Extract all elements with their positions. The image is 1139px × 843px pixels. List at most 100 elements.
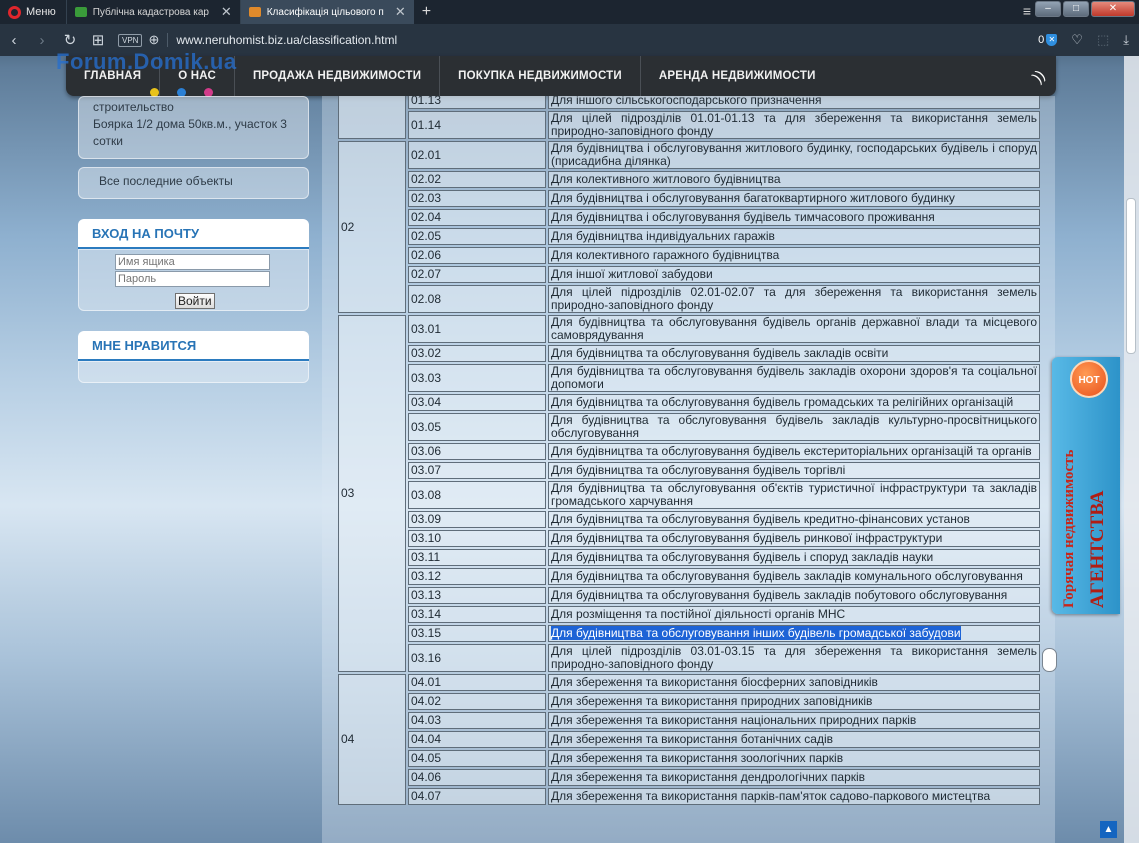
description-cell: Для будівництва та обслуговування будіве… xyxy=(548,549,1040,566)
table-row: 01.13 Для іншого сільськогосподарського п… xyxy=(338,96,1040,139)
rss-icon[interactable]: )) xyxy=(1029,67,1048,86)
description-cell: Для будівництва та обслуговування будіве… xyxy=(548,394,1040,411)
map-favicon-icon xyxy=(74,7,87,17)
table-row: 02.08 Для цілей підрозділів 02.01-02.07 т… xyxy=(338,285,1040,313)
description-cell: Для розміщення та постійної діяльності о… xyxy=(548,606,1040,623)
code-cell: 03.02 xyxy=(408,345,546,362)
page-scrollbar[interactable] xyxy=(1124,56,1139,843)
description-cell: Для будівництва та обслуговування будіве… xyxy=(548,511,1040,528)
scroll-to-top-button[interactable]: ▲ xyxy=(1100,821,1117,838)
nav-purchase[interactable]: ПОКУПКА НЕДВИЖИМОСТИ xyxy=(440,56,641,96)
nav-sale[interactable]: ПРОДАЖА НЕДВИЖИМОСТИ xyxy=(235,56,441,96)
description-cell: Для будівництва та обслуговування будіве… xyxy=(548,462,1040,479)
speed-dial-grid-icon[interactable]: ⊞ xyxy=(84,31,112,49)
sidebar: строительство Боярка 1/2 дома 50кв.м., у… xyxy=(78,96,309,383)
browser-tab-bar: Меню Публічна кадастрова кар ✕ Класифіка… xyxy=(0,0,1139,24)
hot-property-widget[interactable]: HOT Горячая недвижимость АГЕНТСТВА xyxy=(1052,357,1120,614)
table-row: 02.03 Для будівництва і обслуговування ба… xyxy=(338,190,1040,207)
adblock-count: 0 xyxy=(1038,34,1045,46)
description-cell: Для збереження та використання ботанічни… xyxy=(548,731,1040,748)
password-input[interactable] xyxy=(115,271,270,287)
scrollbar-thumb[interactable] xyxy=(1126,198,1136,354)
group-code-cell: 04 xyxy=(338,674,406,805)
description-cell: Для будівництва та обслуговування будіве… xyxy=(548,345,1040,362)
tab-cadastral-map[interactable]: Публічна кадастрова кар ✕ xyxy=(65,0,240,24)
close-tab-icon[interactable]: ✕ xyxy=(395,4,406,20)
table-row: 02.05 Для будівництва індивідуальних гара… xyxy=(338,228,1040,245)
code-cell: 03.10 xyxy=(408,530,546,547)
description-cell: Для цілей підрозділів 03.01-03.15 та для… xyxy=(548,644,1040,672)
table-row: 03.06 Для будівництва та обслуговування б… xyxy=(338,443,1040,460)
close-window-button[interactable]: ✕ xyxy=(1091,1,1135,17)
table-row: 03.11 Для будівництва та обслуговування б… xyxy=(338,549,1040,566)
classification-content: 01.13 Для іншого сільськогосподарського п… xyxy=(322,96,1055,843)
like-heading: МНЕ НРАВИТСЯ xyxy=(78,331,309,361)
forward-icon[interactable]: › xyxy=(28,32,56,49)
tab-title: Публічна кадастрова кар xyxy=(92,6,209,18)
code-cell: 02.02 xyxy=(408,171,546,188)
description-cell: Для колективного житлового будівництва xyxy=(548,171,1040,188)
url-field[interactable]: www.neruhomist.biz.ua/classification.htm… xyxy=(167,33,397,47)
vpn-badge[interactable]: VPN xyxy=(118,33,143,47)
tab-menu-icon[interactable]: ≡ xyxy=(1023,3,1031,19)
listing-line: сотки xyxy=(93,134,123,148)
back-icon[interactable]: ‹ xyxy=(0,32,28,49)
mouse-cursor-icon xyxy=(1042,648,1057,672)
opera-logo-icon xyxy=(8,5,21,19)
code-cell: 03.14 xyxy=(408,606,546,623)
code-cell: 02.01 xyxy=(408,141,546,169)
table-row: 03.13 Для будівництва та обслуговування б… xyxy=(338,587,1040,604)
code-cell: 01.14 xyxy=(408,111,546,139)
table-row: 03.15 Для будівництва та обслуговування і… xyxy=(338,625,1040,642)
code-cell: 03.07 xyxy=(408,462,546,479)
code-cell: 03.04 xyxy=(408,394,546,411)
table-row: 03.16 Для цілей підрозділів 03.01-03.15 т… xyxy=(338,644,1040,672)
adblock-counter[interactable]: 0 ✕ xyxy=(1038,34,1058,46)
code-cell: 02.08 xyxy=(408,285,546,313)
code-cell: 02.07 xyxy=(408,266,546,283)
table-row: 04.05 Для збереження та використання зоол… xyxy=(338,750,1040,767)
description-cell: Для цілей підрозділів 01.01-01.13 та для… xyxy=(548,111,1040,139)
reload-icon[interactable]: ↻ xyxy=(56,31,84,49)
code-cell: 03.12 xyxy=(408,568,546,585)
description-cell: Для будівництва та обслуговування будіве… xyxy=(548,413,1040,441)
tab-title: Класифікація цільового п xyxy=(266,6,384,18)
mailbox-input[interactable] xyxy=(115,254,270,270)
code-cell: 03.11 xyxy=(408,549,546,566)
table-row: 02.04 Для будівництва і обслуговування бу… xyxy=(338,209,1040,226)
code-cell: 02.03 xyxy=(408,190,546,207)
download-icon[interactable]: ⤓ xyxy=(1123,32,1129,48)
hot-widget-line2: АГЕНТСТВА xyxy=(1087,490,1108,608)
table-row: 04 04.01 Для збереження та використання бі… xyxy=(338,674,1040,805)
code-cell: 04.07 xyxy=(408,788,546,805)
table-row: 02.07 Для іншої житлової забудови xyxy=(338,266,1040,283)
code-cell: 01.13 xyxy=(408,96,546,109)
nav-rent[interactable]: АРЕНДА НЕДВИЖИМОСТИ xyxy=(641,56,834,96)
login-button[interactable]: Войти xyxy=(175,293,215,309)
new-tab-plus-icon[interactable]: + xyxy=(414,3,439,21)
group-code-cell: 03 xyxy=(338,315,406,672)
table-row: 02 02.01 Для будівництва і обслуговування … xyxy=(338,141,1040,313)
recent-listing[interactable]: строительство Боярка 1/2 дома 50кв.м., у… xyxy=(78,96,309,159)
browser-menu-button[interactable]: Меню xyxy=(0,0,66,24)
group-code-cell: 02 xyxy=(338,141,406,313)
selected-text[interactable]: Для будівництва та обслуговування інших … xyxy=(551,626,961,640)
minimize-button[interactable]: – xyxy=(1035,1,1061,17)
description-cell: Для будівництва і обслуговування будівел… xyxy=(548,209,1040,226)
code-cell: 03.03 xyxy=(408,364,546,392)
close-tab-icon[interactable]: ✕ xyxy=(221,4,232,20)
like-widget xyxy=(78,361,309,383)
maximize-button[interactable]: □ xyxy=(1063,1,1089,17)
description-cell: Для збереження та використання національ… xyxy=(548,712,1040,729)
code-cell: 03.16 xyxy=(408,644,546,672)
code-cell: 04.03 xyxy=(408,712,546,729)
all-objects-link[interactable]: Все последние объекты xyxy=(78,167,309,199)
description-cell: Для збереження та використання парків-па… xyxy=(548,788,1040,805)
code-cell: 02.06 xyxy=(408,247,546,264)
tab-classification[interactable]: Класифікація цільового п ✕ xyxy=(239,0,414,24)
heart-icon[interactable]: ♡ xyxy=(1071,32,1083,48)
code-cell: 04.05 xyxy=(408,750,546,767)
table-row: 03.09 Для будівництва та обслуговування б… xyxy=(338,511,1040,528)
snapshot-icon[interactable]: ⬚ xyxy=(1097,32,1109,48)
description-cell: Для збереження та використання зоологічн… xyxy=(548,750,1040,767)
